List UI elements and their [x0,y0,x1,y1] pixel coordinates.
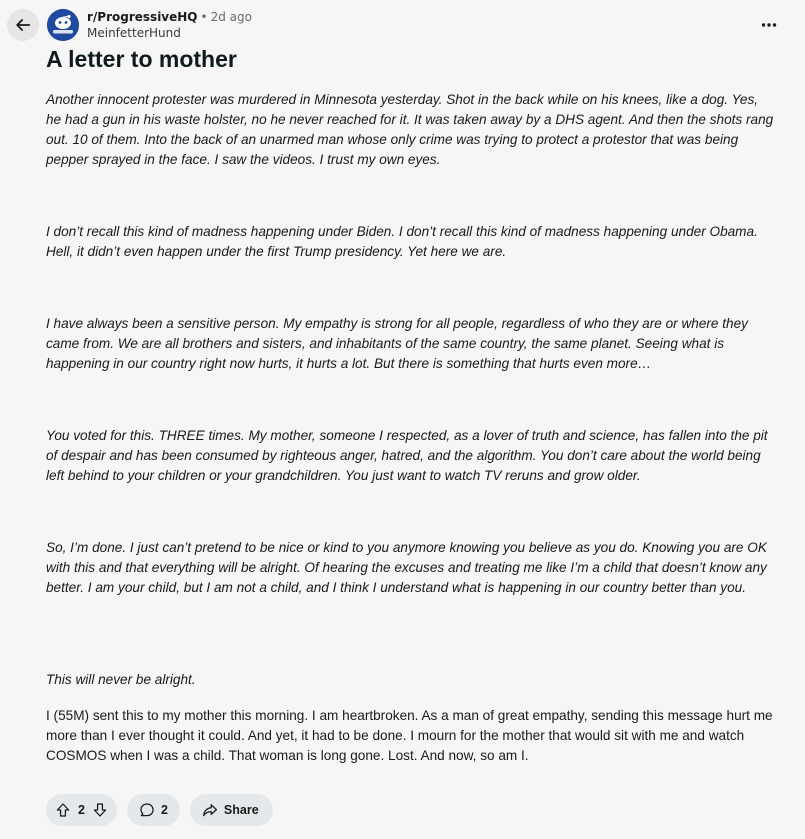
comment-count: 2 [160,803,168,817]
share-button[interactable]: Share [189,794,273,826]
downvote-arrow-icon [93,803,107,817]
comment-bubble-icon [140,803,154,817]
vote-control: 2 [46,794,117,826]
subreddit-avatar[interactable] [47,9,79,41]
comments-button[interactable]: 2 [126,794,180,826]
share-label: Share [223,803,259,817]
post-paragraph: I have always been a sensitive person. M… [46,316,748,371]
subreddit-name[interactable]: r/ProgressiveHQ [87,9,198,25]
meta-separator: • [200,10,208,24]
arrow-left-icon [16,19,31,31]
more-options-button[interactable] [754,12,784,38]
post-paragraph: I don’t recall this kind of madness happ… [46,224,758,259]
post-paragraph: This will never be alright. [46,672,196,687]
post-action-bar: 2 2 Share [46,794,273,826]
post-paragraph: So, I’m done. I just can’t pretend to be… [46,540,767,595]
post-paragraph: I (55M) sent this to my mother this morn… [46,708,773,763]
post-paragraph: You voted for this. THREE times. My moth… [46,428,768,483]
post-paragraph: Another innocent protester was murdered … [46,92,774,167]
post-author[interactable]: MeinfetterHund [87,25,252,41]
more-horizontal-icon [761,23,777,27]
subreddit-avatar-icon [47,9,79,41]
post-meta: r/ProgressiveHQ • 2d ago MeinfetterHund [87,9,252,41]
post-time: 2d ago [210,10,252,24]
upvote-button[interactable] [52,799,74,821]
vote-count: 2 [78,803,85,817]
post-title: A letter to mother [46,46,237,72]
downvote-button[interactable] [89,799,111,821]
share-arrow-icon [202,804,217,817]
upvote-arrow-icon [56,803,70,817]
back-button[interactable] [7,9,39,41]
